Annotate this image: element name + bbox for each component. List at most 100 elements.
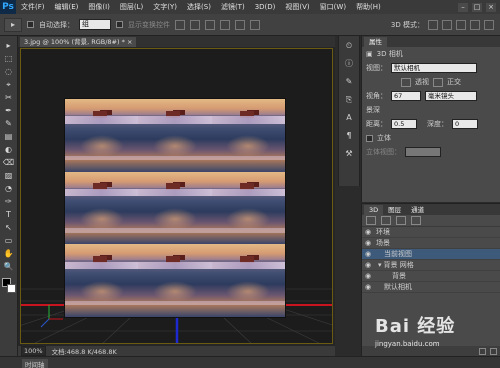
layer-row-background-mesh[interactable]: ◉ ▾ 背景 网格 bbox=[362, 260, 500, 271]
document-tab[interactable]: 3.jpg @ 100% (背景, RGB/8#) * × bbox=[20, 37, 137, 47]
menu-help[interactable]: 帮助(H) bbox=[351, 2, 386, 12]
orthographic-icon[interactable] bbox=[433, 77, 443, 87]
paragraph-panel-icon[interactable]: ¶ bbox=[342, 130, 356, 142]
filter-light-icon[interactable] bbox=[411, 216, 421, 225]
auto-select-checkbox[interactable] bbox=[27, 21, 34, 28]
stereo-checkbox[interactable] bbox=[366, 134, 373, 142]
view-dropdown[interactable]: 默认相机 bbox=[391, 63, 477, 73]
zoom-level-field[interactable]: 100% bbox=[21, 346, 46, 356]
align-bottom-icon[interactable] bbox=[205, 19, 215, 30]
character-panel-icon[interactable]: A bbox=[342, 112, 356, 124]
perspective-icon[interactable] bbox=[401, 77, 411, 87]
fov-input[interactable]: 67 bbox=[391, 91, 421, 101]
properties-tab[interactable]: 属性 bbox=[364, 37, 387, 47]
visibility-eye-icon[interactable]: ◉ bbox=[362, 239, 374, 247]
align-left-icon[interactable] bbox=[220, 19, 230, 30]
quick-select-tool-icon[interactable]: ⌖ bbox=[2, 79, 16, 90]
auto-select-dropdown[interactable]: 组 bbox=[79, 19, 111, 30]
tab-3d[interactable]: 3D bbox=[364, 205, 384, 215]
info-panel-icon[interactable]: ⓘ bbox=[342, 58, 356, 70]
menu-filter[interactable]: 滤镜(T) bbox=[216, 2, 250, 12]
image-tile bbox=[211, 99, 285, 172]
layer-row-environment[interactable]: ◉ 环境 bbox=[362, 227, 500, 238]
3d-slide-icon[interactable] bbox=[470, 19, 480, 30]
depth-label: 深度： bbox=[427, 120, 448, 128]
eyedropper-tool-icon[interactable]: ✒ bbox=[2, 105, 16, 116]
history-brush-tool-icon[interactable]: ◐ bbox=[2, 144, 16, 155]
move-tool-preset-icon[interactable]: ▸ bbox=[4, 17, 22, 32]
3d-tiled-image-mesh[interactable] bbox=[65, 99, 285, 317]
menu-select[interactable]: 选择(S) bbox=[182, 2, 216, 12]
menu-edit[interactable]: 编辑(E) bbox=[50, 2, 84, 12]
properties-tab-bar: 属性 bbox=[362, 36, 500, 47]
clone-source-panel-icon[interactable]: ⎘ bbox=[342, 94, 356, 106]
align-center-icon[interactable] bbox=[235, 19, 245, 30]
align-top-icon[interactable] bbox=[175, 19, 185, 30]
layer-row-scene[interactable]: ◉ 场景 bbox=[362, 238, 500, 249]
timeline-tab[interactable]: 时间轴 bbox=[22, 359, 48, 368]
menu-layer[interactable]: 图层(L) bbox=[115, 2, 148, 12]
rectangle-tool-icon[interactable]: ▭ bbox=[2, 235, 16, 246]
distance-input[interactable]: 0.5 bbox=[391, 119, 417, 129]
maximize-button[interactable]: □ bbox=[472, 2, 482, 12]
dodge-tool-icon[interactable]: ◔ bbox=[2, 183, 16, 194]
orthographic-option[interactable]: 正交 bbox=[447, 77, 461, 87]
align-middle-icon[interactable] bbox=[190, 19, 200, 30]
3d-scale-icon[interactable] bbox=[484, 19, 494, 30]
stamp-tool-icon[interactable]: ▤ bbox=[2, 131, 16, 142]
path-select-tool-icon[interactable]: ↖ bbox=[2, 222, 16, 233]
brush-tool-icon[interactable]: ✎ bbox=[2, 118, 16, 129]
menu-view[interactable]: 视图(V) bbox=[280, 2, 314, 12]
close-button[interactable]: × bbox=[486, 2, 496, 12]
zoom-tool-icon[interactable]: 🔍 bbox=[2, 261, 16, 272]
align-right-icon[interactable] bbox=[250, 19, 260, 30]
background-color-swatch[interactable] bbox=[6, 284, 16, 293]
show-transform-checkbox[interactable] bbox=[116, 21, 123, 28]
tab-channels[interactable]: 通道 bbox=[406, 205, 430, 215]
visibility-eye-icon[interactable]: ◉ bbox=[362, 250, 374, 258]
layer-row-background[interactable]: ◉ 背景 bbox=[362, 271, 500, 282]
layer-row-label: 默认相机 bbox=[384, 283, 412, 291]
properties-panel: 属性 ▣ 3D 相机 视图： 默认相机 透视 正交 视角： 67 毫米镜头 景深… bbox=[361, 36, 500, 202]
tab-layers[interactable]: 图层 bbox=[383, 205, 407, 215]
menu-3d[interactable]: 3D(D) bbox=[250, 3, 281, 11]
menu-window[interactable]: 窗口(W) bbox=[315, 2, 351, 12]
layer-row-current-view[interactable]: ◉ 当前视图 bbox=[362, 249, 500, 260]
move-tool-icon[interactable]: ▸ bbox=[2, 40, 16, 51]
visibility-eye-icon[interactable]: ◉ bbox=[362, 228, 374, 236]
filter-mesh-icon[interactable] bbox=[381, 216, 391, 225]
eraser-tool-icon[interactable]: ⌫ bbox=[2, 157, 16, 168]
document-tab-close-icon[interactable]: × bbox=[127, 38, 132, 46]
properties-header-label: 3D 相机 bbox=[376, 50, 403, 58]
depth-input[interactable]: 0 bbox=[452, 119, 478, 129]
filter-scene-icon[interactable] bbox=[366, 216, 376, 225]
visibility-eye-icon[interactable]: ◉ bbox=[362, 272, 374, 280]
filter-material-icon[interactable] bbox=[396, 216, 406, 225]
visibility-eye-icon[interactable]: ◉ bbox=[362, 283, 374, 291]
document-canvas[interactable] bbox=[20, 48, 333, 344]
type-tool-icon[interactable]: T bbox=[2, 209, 16, 220]
history-panel-icon[interactable]: ⏲ bbox=[342, 40, 356, 52]
minimize-button[interactable]: – bbox=[458, 2, 468, 12]
pen-tool-icon[interactable]: ✑ bbox=[2, 196, 16, 207]
document-size-info[interactable]: 文档:468.8 K/468.8K bbox=[52, 346, 117, 356]
layer-row-default-camera[interactable]: ◉ 默认相机 bbox=[362, 282, 500, 293]
lasso-tool-icon[interactable]: ◌ bbox=[2, 66, 16, 77]
visibility-eye-icon[interactable]: ◉ bbox=[362, 261, 374, 269]
menu-file[interactable]: 文件(F) bbox=[16, 2, 50, 12]
tool-presets-panel-icon[interactable]: ⚒ bbox=[342, 148, 356, 160]
brush-panel-icon[interactable]: ✎ bbox=[342, 76, 356, 88]
color-swatches[interactable] bbox=[1, 278, 16, 294]
crop-tool-icon[interactable]: ✂ bbox=[2, 92, 16, 103]
3d-pan-icon[interactable] bbox=[456, 19, 466, 30]
marquee-tool-icon[interactable]: ⬚ bbox=[2, 53, 16, 64]
3d-roll-icon[interactable] bbox=[442, 19, 452, 30]
fov-unit-dropdown[interactable]: 毫米镜头 bbox=[425, 91, 477, 101]
3d-orbit-icon[interactable] bbox=[428, 19, 438, 30]
menu-image[interactable]: 图像(I) bbox=[83, 2, 115, 12]
perspective-option[interactable]: 透视 bbox=[415, 77, 429, 87]
hand-tool-icon[interactable]: ✋ bbox=[2, 248, 16, 259]
gradient-tool-icon[interactable]: ▨ bbox=[2, 170, 16, 181]
expand-chevron-icon[interactable]: ▾ bbox=[374, 261, 382, 269]
menu-type[interactable]: 文字(Y) bbox=[148, 2, 182, 12]
